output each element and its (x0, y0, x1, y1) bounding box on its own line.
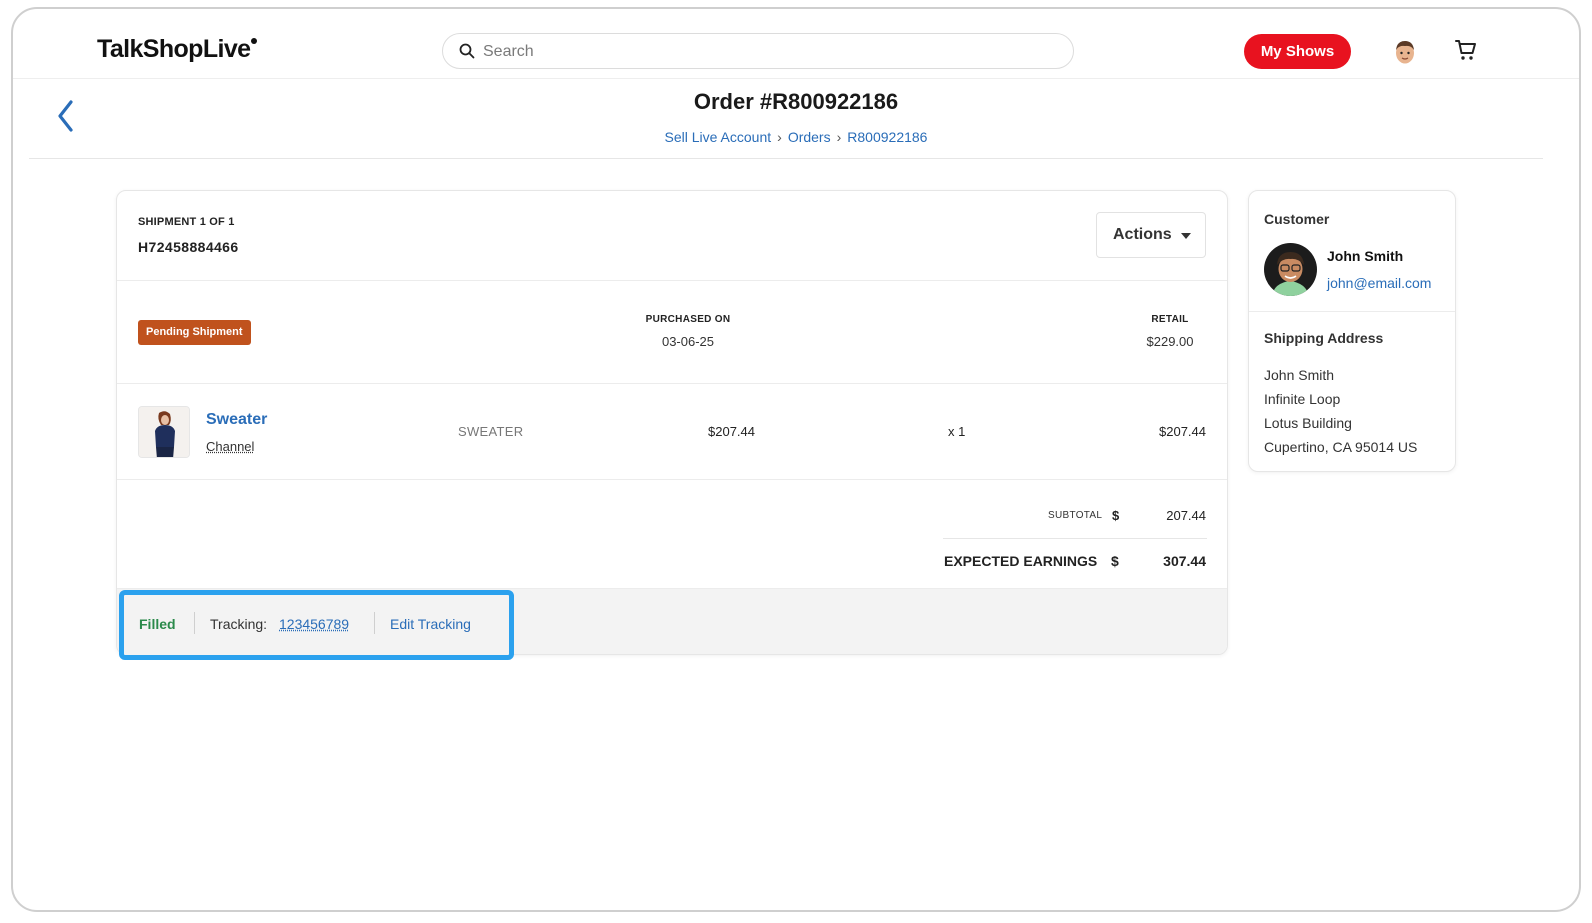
customer-title: Customer (1264, 211, 1330, 227)
divider (374, 612, 375, 634)
page-title: Order #R800922186 (693, 89, 899, 114)
user-avatar-icon[interactable] (1393, 39, 1417, 65)
product-image (139, 407, 189, 457)
search-input[interactable] (483, 40, 1043, 64)
retail-value: $229.00 (1146, 334, 1194, 349)
chevron-right-icon: › (777, 129, 782, 145)
edit-tracking-link[interactable]: Edit Tracking (390, 616, 471, 632)
line-total: $207.44 (1159, 424, 1206, 439)
address-line: Cupertino, CA 95014 US (1264, 439, 1418, 455)
app-window: TalkShopLive My Shows Order #R800922186 … (11, 7, 1581, 912)
customer-avatar (1264, 243, 1317, 296)
logo-text: TalkShopLive (97, 35, 251, 63)
product-sku: SWEATER (458, 424, 524, 439)
search-icon (459, 43, 475, 59)
customer-card: Customer John Smith john@email.com Shipp… (1248, 190, 1456, 472)
earnings-currency: $ (1111, 553, 1119, 569)
product-channel-link[interactable]: Channel (206, 439, 254, 454)
breadcrumb-sell-live-account[interactable]: Sell Live Account (665, 129, 772, 145)
breadcrumb-order-id[interactable]: R800922186 (847, 129, 927, 145)
actions-label: Actions (1113, 226, 1172, 243)
order-totals: SUBTOTAL $ 207.44 EXPECTED EARNINGS $ 30… (117, 480, 1227, 588)
divider (1249, 311, 1455, 312)
divider (194, 612, 195, 634)
expected-earnings-label: EXPECTED EARNINGS (944, 553, 1098, 569)
product-thumbnail[interactable] (138, 406, 190, 458)
quantity: x 1 (948, 424, 966, 439)
tracking-highlight: Filled Tracking: 123456789 Edit Tracking (119, 590, 514, 660)
expected-earnings-value: 307.44 (1163, 553, 1206, 569)
shipment-summary: Pending Shipment PURCHASED ON 03-06-25 R… (117, 281, 1227, 384)
logo-dot (251, 38, 258, 44)
unit-price: $207.44 (708, 424, 755, 439)
customer-email-link[interactable]: john@email.com (1327, 275, 1431, 291)
purchased-on-label: PURCHASED ON (645, 314, 731, 325)
line-item-row: Sweater Channel SWEATER $207.44 x 1 $207… (117, 384, 1227, 480)
caret-down-icon (1181, 233, 1191, 239)
purchased-on-value: 03-06-25 (661, 334, 715, 349)
tracking-number-link[interactable]: 123456789 (279, 616, 349, 632)
retail-label: RETAIL (1151, 314, 1189, 325)
fulfillment-status: Filled (139, 616, 176, 632)
subtotal-value: 207.44 (1166, 508, 1206, 523)
chevron-right-icon: › (836, 129, 842, 145)
shipment-label: SHIPMENT 1 OF 1 (138, 216, 235, 228)
logo[interactable]: TalkShopLive (97, 35, 258, 64)
shipment-id: H72458884466 (138, 239, 239, 255)
customer-name: John Smith (1327, 248, 1404, 264)
my-shows-button[interactable]: My Shows (1244, 34, 1351, 69)
subtotal-label: SUBTOTAL (1048, 510, 1103, 521)
status-badge: Pending Shipment (138, 320, 251, 345)
shipping-address-title: Shipping Address (1264, 330, 1384, 346)
shipment-card: SHIPMENT 1 OF 1 H72458884466 Actions Pen… (116, 190, 1228, 655)
tracking-label: Tracking: (210, 616, 268, 632)
product-name-link[interactable]: Sweater (206, 411, 267, 429)
breadcrumb: Sell Live Account › Orders › R800922186 (13, 129, 1579, 145)
address-line: Lotus Building (1264, 415, 1352, 431)
customer-avatar-image (1264, 243, 1317, 296)
divider (29, 158, 1543, 159)
actions-dropdown[interactable]: Actions (1096, 212, 1206, 258)
search-bar[interactable] (442, 33, 1074, 69)
cart-icon[interactable] (1454, 38, 1478, 62)
divider (943, 538, 1207, 539)
subtotal-currency: $ (1112, 508, 1120, 523)
address-line: Infinite Loop (1264, 391, 1341, 407)
address-line: John Smith (1264, 367, 1335, 383)
breadcrumb-orders[interactable]: Orders (788, 129, 831, 145)
shipment-header: SHIPMENT 1 OF 1 H72458884466 Actions (117, 191, 1227, 281)
top-header: TalkShopLive My Shows (13, 9, 1579, 79)
